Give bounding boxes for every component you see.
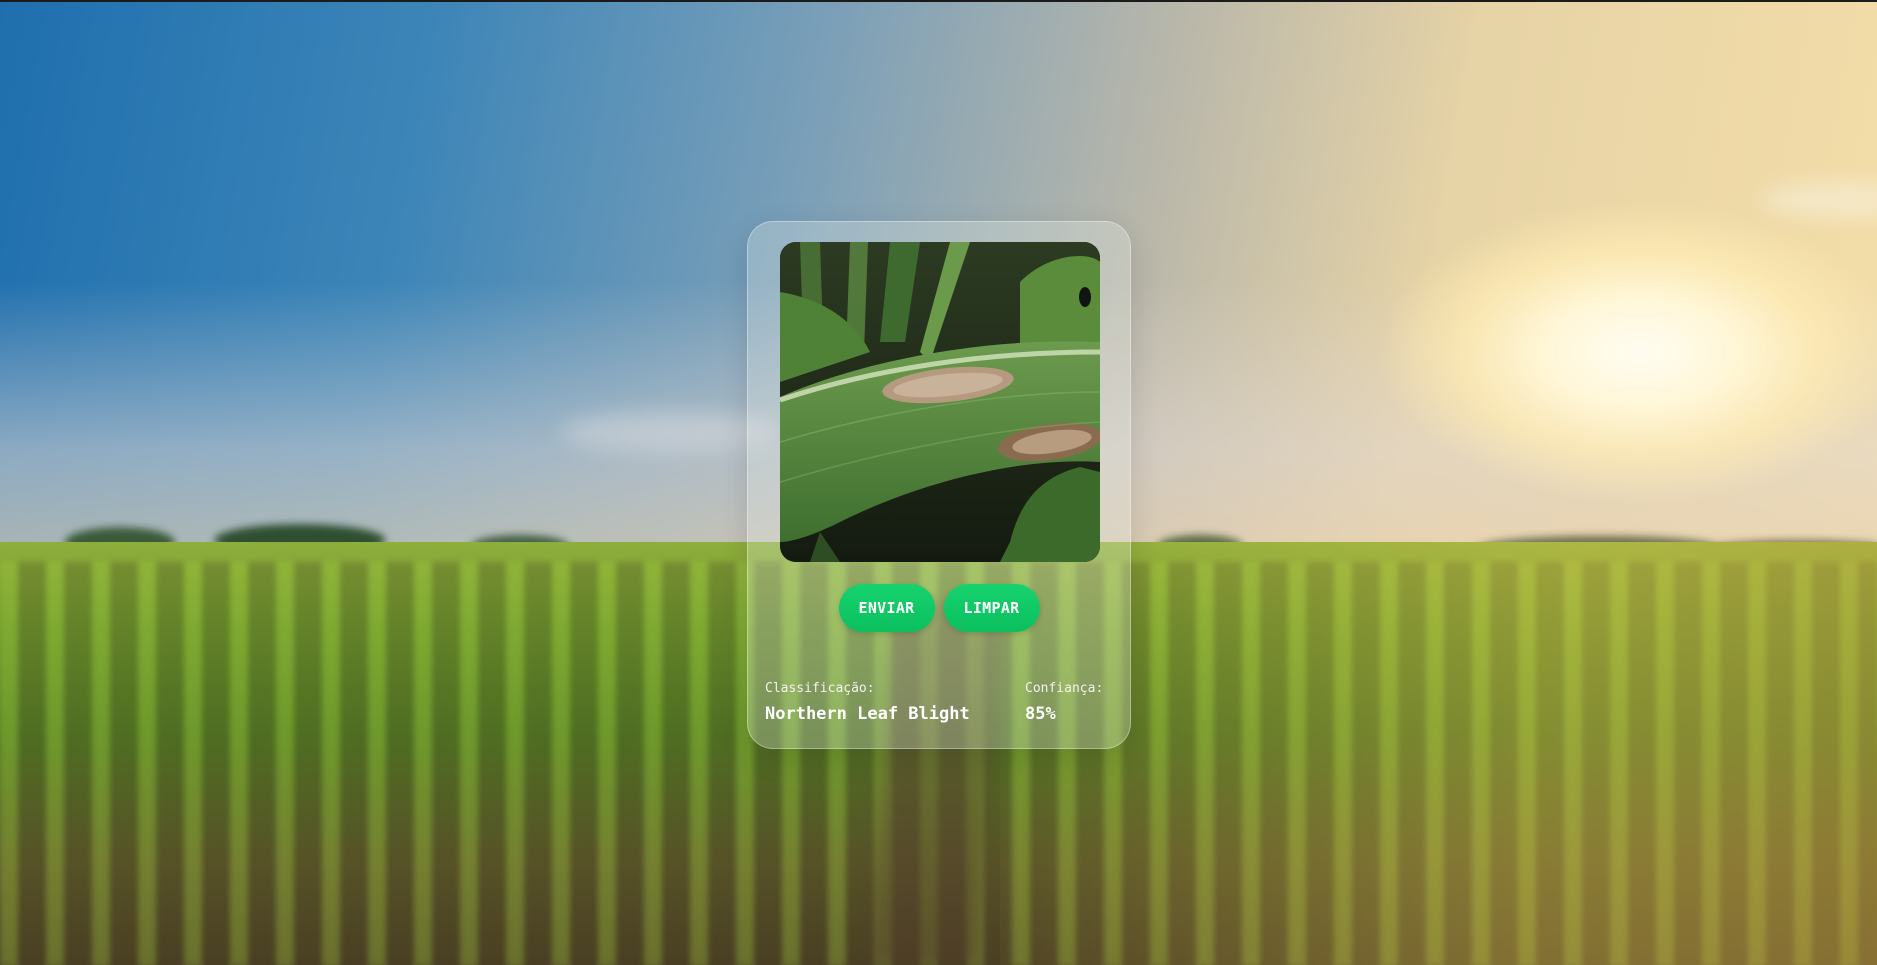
page: ENVIAR LIMPAR Classificação: Northern Le… xyxy=(0,0,1877,965)
classification-label: Classificação: xyxy=(765,681,875,696)
classifier-card: ENVIAR LIMPAR Classificação: Northern Le… xyxy=(747,221,1131,749)
confidence-value: 85% xyxy=(1025,704,1056,724)
sun xyxy=(1380,202,1877,502)
leaf-image-graphic xyxy=(780,242,1100,562)
action-buttons: ENVIAR LIMPAR xyxy=(748,584,1130,632)
confidence-label: Confiança: xyxy=(1025,681,1104,696)
clear-button[interactable]: LIMPAR xyxy=(943,584,1040,632)
send-button[interactable]: ENVIAR xyxy=(838,584,935,632)
classification-value: Northern Leaf Blight xyxy=(765,704,970,724)
uploaded-leaf-image[interactable] xyxy=(780,242,1100,562)
field-sunlight xyxy=(1000,542,1877,965)
